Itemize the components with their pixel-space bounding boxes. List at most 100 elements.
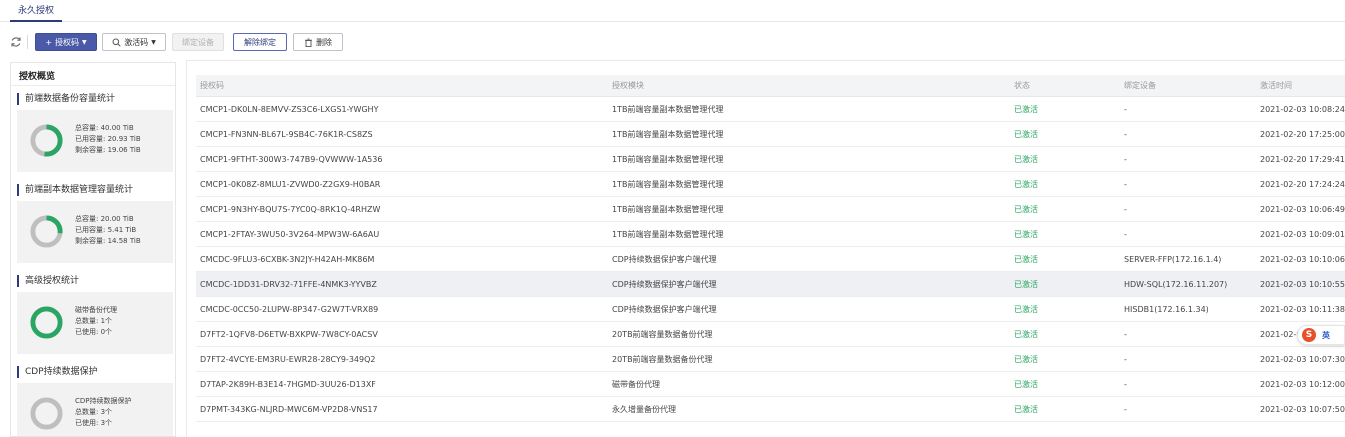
cell-status: 已激活 (1014, 180, 1038, 189)
cell-license-code: CMCP1-FN3NN-BL67L-9SB4C-76K1R-CS8ZS (200, 130, 373, 139)
caret-down-icon: ▼ (151, 38, 156, 46)
table-row[interactable]: CMCP1-DK0LN-8EMVV-ZS3C6-LXGS1-YWGHY 1TB前端… (196, 97, 1345, 122)
section-heading: 前端副本数据管理容量统计 (17, 184, 133, 196)
cell-bound-device: - (1124, 405, 1127, 414)
stat-line: 已用容量: 20.93 TiB (75, 135, 141, 143)
cell-bound-device: HISDB1(172.16.1.34) (1124, 305, 1209, 314)
bind-device-button[interactable]: 绑定设备 (172, 33, 224, 51)
cell-status: 已激活 (1014, 105, 1038, 114)
tab-permanent-license[interactable]: 永久授权 (10, 5, 63, 22)
stat-card: 总容量: 20.00 TiB 已用容量: 5.41 TiB 剩余容量: 14.5… (17, 201, 173, 263)
table-row[interactable]: D7TAP-2K89H-B3E14-7HGMD-3UU26-D13XF 磁带备份代… (196, 372, 1345, 397)
table-row[interactable]: CMCP1-FN3NN-BL67L-9SB4C-76K1R-CS8ZS 1TB前端… (196, 122, 1345, 147)
cell-module: 1TB前端容量副本数据管理代理 (612, 105, 724, 114)
table-row[interactable]: D7PMT-343KG-NLJRD-MWC6M-VP2D8-VNS17 永久增量备… (196, 397, 1345, 422)
cell-activation-time: 2021-02-20 17:25:00 (1260, 130, 1345, 139)
cell-license-code: D7PMT-343KG-NLJRD-MWC6M-VP2D8-VNS17 (200, 405, 378, 414)
cell-activation-time: 2021-02-03 10:10:06 (1260, 255, 1345, 264)
cell-status: 已激活 (1014, 355, 1038, 364)
cell-module: 20TB前端容量数据备份代理 (612, 355, 713, 364)
cell-bound-device: - (1124, 355, 1127, 364)
donut-track (30, 306, 63, 339)
search-icon (112, 38, 121, 47)
table-body: CMCP1-DK0LN-8EMVV-ZS3C6-LXGS1-YWGHY 1TB前端… (196, 97, 1345, 422)
table-header: 授权码 授权模块 状态 绑定设备 激活时间 (196, 75, 1345, 97)
license-table: 授权码 授权模块 状态 绑定设备 激活时间 CMCP1-DK0LN-8EMVV-… (196, 75, 1345, 422)
donut-track (30, 397, 63, 430)
toolbar-divider (27, 35, 28, 49)
stat-card: 磁带备份代理 总数量: 1个 已使用: 0个 (17, 292, 173, 354)
stat-text: CDP持续数据保护 总数量: 3个 已使用: 3个 (75, 396, 132, 429)
stat-card: 总容量: 40.00 TiB 已用容量: 20.93 TiB 剩余容量: 19.… (17, 110, 173, 172)
column-header-license-code[interactable]: 授权码 (200, 75, 224, 97)
cell-activation-time: 2021-02-03 10:09:01 (1260, 230, 1345, 239)
trash-icon (305, 38, 312, 47)
cell-license-code: CMCDC-1DD31-DRV32-71FFE-4NMK3-YYVBZ (200, 280, 377, 289)
cell-status: 已激活 (1014, 380, 1038, 389)
stat-text: 总容量: 40.00 TiB 已用容量: 20.93 TiB 剩余容量: 19.… (75, 123, 141, 156)
cell-status: 已激活 (1014, 155, 1038, 164)
column-header-activation-time[interactable]: 激活时间 (1260, 75, 1292, 97)
cell-activation-time: 2021-02-20 17:24:24 (1260, 180, 1345, 189)
plus-icon: + (45, 37, 53, 47)
cell-status: 已激活 (1014, 255, 1038, 264)
column-header-status[interactable]: 状态 (1014, 75, 1030, 97)
table-row[interactable]: CMCDC-1DD31-DRV32-71FFE-4NMK3-YYVBZ CDP持续… (196, 272, 1345, 297)
stat-text: 磁带备份代理 总数量: 1个 已使用: 0个 (75, 305, 117, 338)
cell-license-code: D7TAP-2K89H-B3E14-7HGMD-3UU26-D13XF (200, 380, 376, 389)
cell-bound-device: SERVER-FFP(172.16.1.4) (1124, 255, 1222, 264)
cell-license-code: D7FT2-1QFV8-D6ETW-BXKPW-7W8CY-0ACSV (200, 330, 378, 339)
section-heading: CDP持续数据保护 (17, 366, 98, 378)
table-row[interactable]: CMCP1-9FTHT-300W3-747B9-QVWWW-1A536 1TB前端… (196, 147, 1345, 172)
cell-activation-time: 2021-02-03 10:10:55 (1260, 280, 1345, 289)
unbind-button[interactable]: 解除绑定 (233, 33, 287, 51)
cell-module: CDP持续数据保护客户端代理 (612, 280, 717, 289)
cell-module: 1TB前端容量副本数据管理代理 (612, 180, 724, 189)
usage-donut-chart (30, 306, 63, 339)
cell-module: 1TB前端容量副本数据管理代理 (612, 230, 724, 239)
table-row[interactable]: D7FT2-1QFV8-D6ETW-BXKPW-7W8CY-0ACSV 20TB前… (196, 322, 1345, 347)
table-row[interactable]: CMCP1-2FTAY-3WU50-3V264-MPW3W-6A6AU 1TB前端… (196, 222, 1345, 247)
cell-license-code: CMCDC-9FLU3-6CXBK-3N2JY-H42AH-MK86M (200, 255, 375, 264)
cell-activation-time: 2021-02-03 10:07:30 (1260, 355, 1345, 364)
stat-line: CDP持续数据保护 (75, 397, 132, 405)
license-code-label: 授权码 (55, 37, 80, 47)
ime-toolbar[interactable]: S 英 (1297, 325, 1345, 345)
cell-bound-device: - (1124, 105, 1127, 114)
usage-donut-chart (30, 215, 63, 248)
tab-bar: 永久授权 (0, 0, 1345, 22)
table-row[interactable]: D7FT2-4VCYE-EM3RU-EWR28-28CY9-349Q2 20TB前… (196, 347, 1345, 372)
table-row[interactable]: CMCDC-9FLU3-6CXBK-3N2JY-H42AH-MK86M CDP持续… (196, 247, 1345, 272)
cell-status: 已激活 (1014, 130, 1038, 139)
license-overview-panel: 授权概览 前端数据备份容量统计 总容量: 40.00 TiB 已用容量: 20.… (10, 62, 176, 437)
cell-bound-device: HDW-SQL(172.16.11.207) (1124, 280, 1228, 289)
sogou-logo-icon: S (1302, 328, 1316, 342)
usage-donut-chart (30, 397, 63, 430)
activate-code-label: 激活码 (124, 37, 149, 47)
cell-module: 1TB前端容量副本数据管理代理 (612, 130, 724, 139)
cell-license-code: D7FT2-4VCYE-EM3RU-EWR28-28CY9-349Q2 (200, 355, 376, 364)
cell-activation-time: 2021-02-03 10:06:49 (1260, 205, 1345, 214)
table-row[interactable]: CMCP1-0K08Z-8MLU1-ZVWD0-Z2GX9-H0BAR 1TB前端… (196, 172, 1345, 197)
stat-line: 已使用: 0个 (75, 328, 113, 336)
caret-down-icon: ▼ (82, 38, 87, 46)
refresh-icon[interactable] (10, 36, 22, 48)
ime-language-label[interactable]: 英 (1322, 330, 1330, 341)
cell-activation-time: 2021-02-20 17:29:41 (1260, 155, 1345, 164)
stat-line: 剩余容量: 14.58 TiB (75, 237, 141, 245)
stat-line: 磁带备份代理 (75, 306, 117, 314)
column-header-module[interactable]: 授权模块 (612, 75, 644, 97)
cell-module: CDP持续数据保护客户端代理 (612, 305, 717, 314)
cell-module: 磁带备份代理 (612, 380, 660, 389)
cell-activation-time: 2021-02-03 10:08:24 (1260, 105, 1345, 114)
stat-text: 总容量: 20.00 TiB 已用容量: 5.41 TiB 剩余容量: 14.5… (75, 214, 141, 247)
activate-code-button[interactable]: 激活码 ▼ (102, 33, 166, 51)
column-header-bound-device[interactable]: 绑定设备 (1124, 75, 1156, 97)
delete-button[interactable]: 删除 (293, 33, 343, 51)
table-row[interactable]: CMCP1-9N3HY-BQU7S-7YC0Q-8RK1Q-4RHZW 1TB前端… (196, 197, 1345, 222)
stat-line: 总数量: 3个 (75, 408, 113, 416)
cell-license-code: CMCP1-9FTHT-300W3-747B9-QVWWW-1A536 (200, 155, 383, 164)
license-code-button[interactable]: + 授权码 ▼ (35, 33, 97, 51)
title-divider (11, 85, 175, 86)
table-row[interactable]: CMCDC-0CC50-2LUPW-8P347-G2W7T-VRX89 CDP持续… (196, 297, 1345, 322)
